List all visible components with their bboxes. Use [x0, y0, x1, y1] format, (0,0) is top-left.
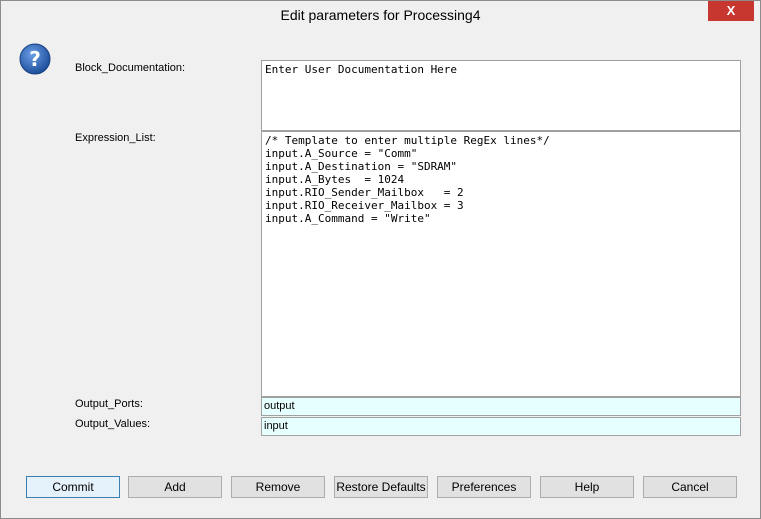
- cancel-button[interactable]: Cancel: [643, 476, 737, 498]
- output-ports-field[interactable]: output: [261, 397, 741, 416]
- block-documentation-label: Block_Documentation:: [75, 62, 186, 74]
- expression-list-label: Expression_List:: [75, 132, 156, 144]
- preferences-button[interactable]: Preferences: [437, 476, 531, 498]
- remove-button[interactable]: Remove: [231, 476, 325, 498]
- svg-text:?: ?: [29, 47, 41, 71]
- expression-list-field[interactable]: /* Template to enter multiple RegEx line…: [261, 131, 741, 397]
- output-values-field[interactable]: input: [261, 417, 741, 436]
- output-ports-label: Output_Ports:: [75, 398, 143, 410]
- close-button[interactable]: X: [708, 1, 754, 21]
- title-bar: Edit parameters for Processing4 X: [1, 1, 760, 31]
- help-button[interactable]: Help: [540, 476, 634, 498]
- dialog-body: ? Block_Documentation: Enter User Docume…: [9, 31, 752, 510]
- close-icon: X: [726, 3, 736, 18]
- output-values-label: Output_Values:: [75, 418, 151, 430]
- window-title: Edit parameters for Processing4: [280, 7, 481, 23]
- add-button[interactable]: Add: [128, 476, 222, 498]
- commit-button[interactable]: Commit: [26, 476, 120, 498]
- block-documentation-field[interactable]: Enter User Documentation Here: [261, 60, 741, 131]
- dialog-window: Edit parameters for Processing4 X ? Bloc…: [0, 0, 761, 519]
- restore-defaults-button[interactable]: Restore Defaults: [334, 476, 428, 498]
- question-mark-icon: ?: [19, 43, 51, 75]
